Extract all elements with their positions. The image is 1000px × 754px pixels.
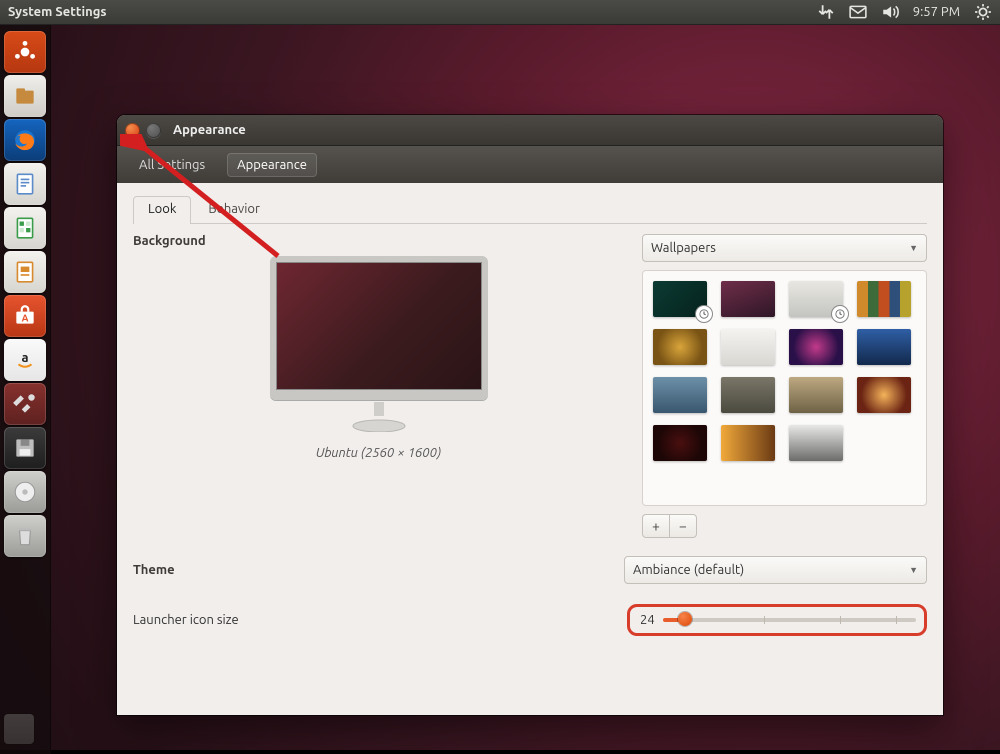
volume-icon[interactable] <box>881 3 899 21</box>
launcher-item-calc[interactable] <box>4 207 46 249</box>
launcher-item-dash[interactable] <box>4 31 46 73</box>
wallpaper-thumb[interactable] <box>653 329 707 365</box>
background-preview-monitor <box>270 256 488 400</box>
network-icon[interactable] <box>817 3 835 21</box>
launcher-item-writer[interactable] <box>4 163 46 205</box>
background-label: Background <box>133 234 624 248</box>
wallpaper-thumb[interactable] <box>789 425 843 461</box>
selected-check-icon <box>832 306 848 322</box>
clock[interactable]: 9:57 PM <box>913 3 960 21</box>
wallpaper-thumb[interactable] <box>721 377 775 413</box>
wallpaper-thumbnail-grid <box>642 270 927 506</box>
wallpapers-panel: Wallpapers ▼ + − <box>642 234 927 538</box>
wallpaper-thumb[interactable] <box>857 329 911 365</box>
wallpaper-thumb[interactable] <box>653 377 707 413</box>
wallpaper-thumb[interactable] <box>653 281 707 317</box>
launcher-item-settings[interactable] <box>4 383 46 425</box>
launcher-item-files[interactable] <box>4 75 46 117</box>
chevron-down-icon: ▼ <box>909 243 918 253</box>
wallpaper-thumb[interactable] <box>857 377 911 413</box>
theme-label: Theme <box>133 563 175 577</box>
wallpaper-thumb[interactable] <box>857 281 911 317</box>
top-menubar: System Settings 9:57 PM <box>0 0 1000 25</box>
window-toolbar: All Settings Appearance <box>117 146 943 185</box>
svg-text:A: A <box>22 312 29 323</box>
launcher-item-impress[interactable] <box>4 251 46 293</box>
breadcrumb-appearance[interactable]: Appearance <box>227 153 317 177</box>
theme-row: Theme Ambiance (default) ▼ <box>133 556 927 584</box>
wallpaper-add-button[interactable]: + <box>642 514 669 538</box>
tab-behavior[interactable]: Behavior <box>193 196 275 224</box>
launcher-item-disc[interactable] <box>4 471 46 513</box>
launcher-icon-size-value: 24 <box>640 613 655 627</box>
mail-icon[interactable] <box>849 3 867 21</box>
session-gear-icon[interactable] <box>974 3 992 21</box>
launcher-icon-size-slider[interactable] <box>663 618 916 622</box>
tab-row: Look Behavior <box>133 195 927 224</box>
wallpaper-add-remove: + − <box>642 514 927 538</box>
tab-look[interactable]: Look <box>133 196 191 224</box>
launcher-item-firefox[interactable] <box>4 119 46 161</box>
background-caption: Ubuntu (2560 × 1600) <box>316 446 441 460</box>
theme-value: Ambiance (default) <box>633 563 744 577</box>
window-titlebar[interactable]: Appearance <box>117 115 943 146</box>
wallpaper-thumb[interactable] <box>789 377 843 413</box>
appearance-window: Appearance All Settings Appearance Look … <box>117 115 943 715</box>
menubar-title: System Settings <box>8 5 107 19</box>
monitor-stand-icon <box>349 402 409 432</box>
theme-combo[interactable]: Ambiance (default) ▼ <box>624 556 927 584</box>
wallpapers-combo-label: Wallpapers <box>651 241 716 255</box>
wallpaper-thumb[interactable] <box>789 329 843 365</box>
wallpaper-thumb[interactable] <box>789 281 843 317</box>
chevron-down-icon: ▼ <box>909 565 918 575</box>
wallpaper-thumb[interactable] <box>721 425 775 461</box>
launcher-item-amazon[interactable]: a <box>4 339 46 381</box>
wallpaper-thumb[interactable] <box>653 425 707 461</box>
window-close-button[interactable] <box>125 123 140 138</box>
wallpaper-thumb[interactable] <box>721 281 775 317</box>
launcher-icon-size-label: Launcher icon size <box>133 613 239 627</box>
unity-launcher: Aa <box>0 25 51 754</box>
window-content: Look Behavior Background Ubuntu (2560 × … <box>117 183 943 715</box>
launcher-item-floppy[interactable] <box>4 427 46 469</box>
window-minimize-button[interactable] <box>146 123 161 138</box>
launcher-item-trash[interactable] <box>4 515 46 557</box>
launcher-icon-size-row: Launcher icon size 24 <box>133 604 927 636</box>
breadcrumb-all-settings[interactable]: All Settings <box>129 153 215 177</box>
wallpaper-remove-button[interactable]: − <box>669 514 697 538</box>
annotation-highlight-box: 24 <box>627 604 927 636</box>
launcher-item-software[interactable]: A <box>4 295 46 337</box>
window-title: Appearance <box>173 123 246 137</box>
slider-thumb[interactable] <box>678 612 692 626</box>
background-section: Background Ubuntu (2560 × 1600) <box>133 234 624 460</box>
wallpaper-thumb[interactable] <box>721 329 775 365</box>
svg-text:a: a <box>21 351 28 365</box>
selected-check-icon <box>696 306 712 322</box>
wallpapers-source-combo[interactable]: Wallpapers ▼ <box>642 234 927 262</box>
